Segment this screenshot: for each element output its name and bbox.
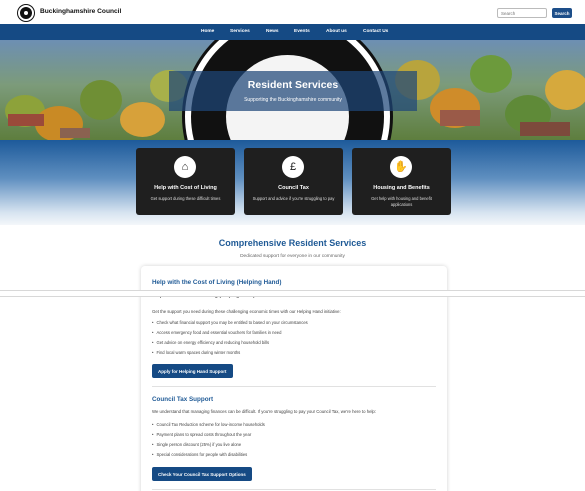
hero-subtitle: Supporting the Buckinghamshire community xyxy=(244,97,342,103)
card-title: Help with Cost of Living xyxy=(154,185,217,191)
nav-news[interactable]: News xyxy=(266,29,279,34)
site-name[interactable]: Buckinghamshire Council xyxy=(40,8,121,15)
list-item: Special considerations for people with d… xyxy=(152,452,247,457)
cost-of-living-intro: Get the support you need during these ch… xyxy=(152,309,341,314)
tree-shape xyxy=(120,102,165,137)
tree-shape xyxy=(545,70,585,110)
list-item: Check what financial support you may be … xyxy=(152,320,307,325)
council-logo-icon[interactable] xyxy=(18,5,34,21)
divider xyxy=(152,386,436,387)
house-roof xyxy=(60,128,90,138)
list-item: Find local warm spaces during winter mon… xyxy=(152,350,240,355)
card-description: Get help with housing and benefit applic… xyxy=(371,196,432,207)
divider xyxy=(152,489,436,490)
card-title: Housing and Benefits xyxy=(373,185,430,191)
card-council-tax[interactable]: £ Council Tax Support and advice if you'… xyxy=(244,148,343,215)
council-tax-document-icon: £ xyxy=(282,156,304,178)
tree-shape xyxy=(470,55,512,93)
nav-events[interactable]: Events xyxy=(294,29,310,34)
list-item: Single person discount (25%) if you live… xyxy=(152,442,241,447)
card-cost-of-living[interactable]: ⌂ Help with Cost of Living Get support d… xyxy=(136,148,235,215)
card-title: Council Tax xyxy=(278,185,309,191)
browser-viewport-scrolled: Help with the Cost of Living (Helping Ha… xyxy=(0,296,585,491)
browser-viewport-top: Buckinghamshire Council Search Home Serv… xyxy=(0,0,585,291)
nav-home[interactable]: Home xyxy=(201,29,214,34)
hero-title: Resident Services xyxy=(247,79,339,91)
nav-contact-us[interactable]: Contact Us xyxy=(363,29,388,34)
section-subtitle: Dedicated support for everyone in our co… xyxy=(240,254,345,259)
council-tax-intro: We understand that managing finances can… xyxy=(152,409,377,414)
house-roof xyxy=(520,122,570,136)
content-card: Help with the Cost of Living (Helping Ha… xyxy=(141,296,447,491)
nav-services[interactable]: Services xyxy=(230,29,250,34)
council-tax-heading: Council Tax Support xyxy=(152,396,214,403)
hero-banner: Resident Services Supporting the Bucking… xyxy=(0,40,585,140)
section-title: Comprehensive Resident Services xyxy=(218,238,367,248)
site-header: Buckinghamshire Council Search xyxy=(0,0,585,24)
cost-of-living-heading-partial: Help with the Cost of Living (Helping Ha… xyxy=(152,296,255,299)
helping-hand-icon: ✋ xyxy=(390,156,412,178)
list-item: Payment plans to spread costs throughout… xyxy=(152,432,251,437)
house-roof xyxy=(8,114,44,126)
main-nav: Home Services News Events About us Conta… xyxy=(0,24,585,40)
content-card: Help with the Cost of Living (Helping Ha… xyxy=(141,266,447,290)
tree-shape xyxy=(80,80,122,120)
card-description: Support and advice if you're struggling … xyxy=(252,196,335,201)
list-item: Get advice on energy efficiency and redu… xyxy=(152,340,269,345)
house-icon: ⌂ xyxy=(174,156,196,178)
list-item: Access emergency food and essential vouc… xyxy=(152,330,281,335)
list-item: Council Tax Reduction scheme for low-inc… xyxy=(152,422,264,427)
apply-helping-hand-button[interactable]: Apply for Helping Hand Support xyxy=(152,364,233,378)
card-description: Get support during these difficult times xyxy=(150,196,221,201)
card-housing-benefits[interactable]: ✋ Housing and Benefits Get help with hou… xyxy=(352,148,451,215)
search-input[interactable] xyxy=(497,8,547,18)
search-button[interactable]: Search xyxy=(552,8,572,18)
nav-about-us[interactable]: About us xyxy=(326,29,347,34)
check-council-tax-button[interactable]: Check Your Council Tax Support Options xyxy=(152,467,252,481)
cost-of-living-heading: Help with the Cost of Living (Helping Ha… xyxy=(152,279,282,286)
house-roof xyxy=(440,110,480,126)
hero-overlay: Resident Services Supporting the Bucking… xyxy=(169,71,417,111)
